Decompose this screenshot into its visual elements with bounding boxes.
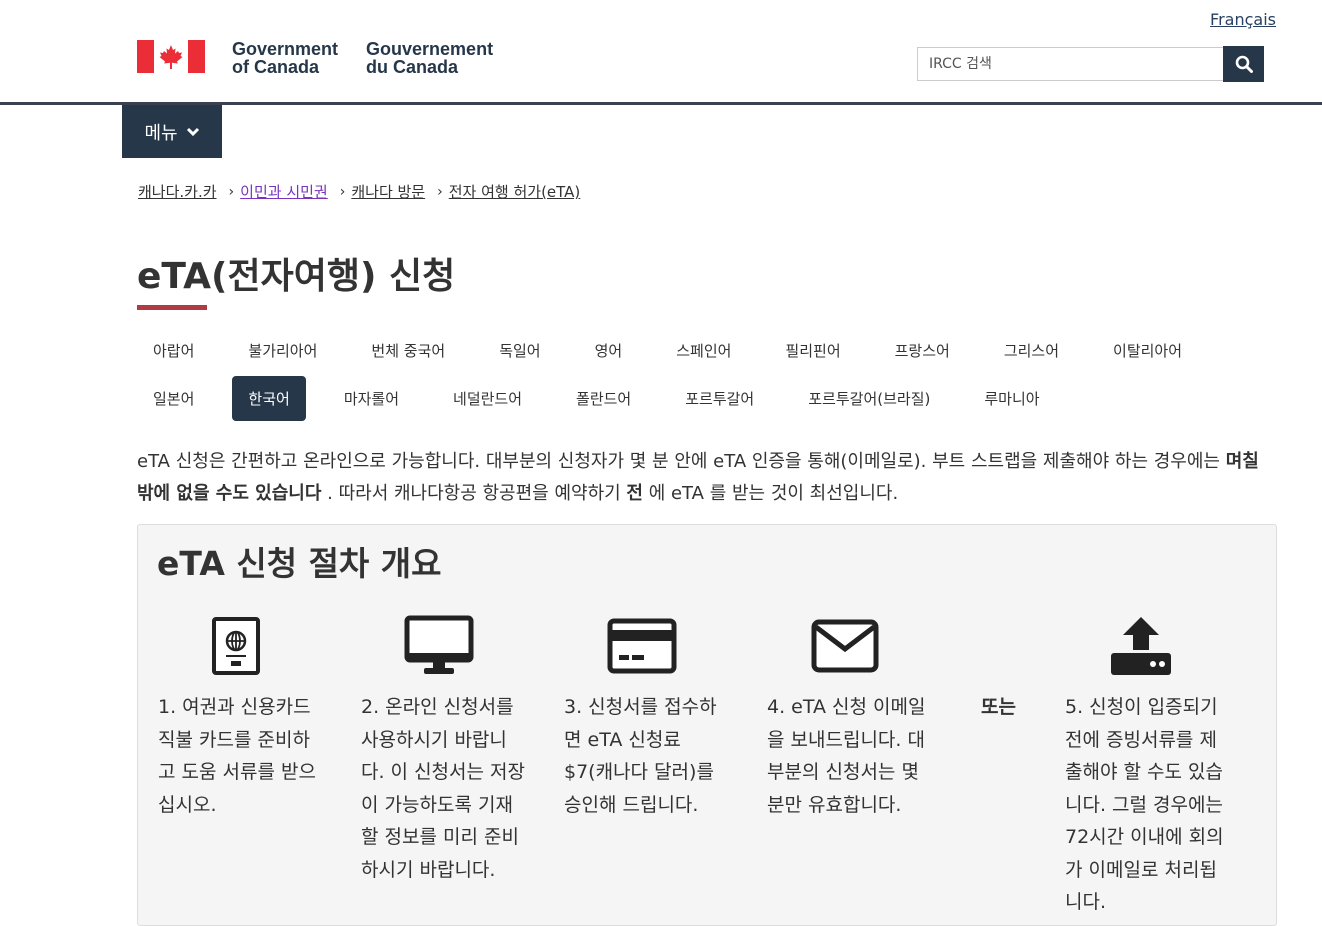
breadcrumb-visit-canada[interactable]: 캐나다 방문 — [351, 181, 425, 202]
passport-icon — [200, 615, 272, 677]
step-2-text: 2. 온라인 신청서를 사용하시기 바랍니다. 이 신청서는 저장이 가능하도록… — [361, 696, 525, 881]
chevron-right-icon: › — [437, 183, 443, 200]
language-tab-korean[interactable]: 한국어 — [232, 375, 306, 421]
or-label: 또는 — [981, 696, 1016, 718]
breadcrumb-immigration[interactable]: 이민과 시민권 — [240, 181, 328, 202]
intro-text-1: eTA 신청은 간편하고 온라인으로 가능합니다. 대부분의 신청자가 몇 분 … — [137, 451, 1226, 472]
step-5-text: 5. 신청이 입증되기 전에 증빙서류를 제출해야 할 수도 있습니다. 그럴 … — [1065, 696, 1224, 913]
canada-flag-icon — [137, 40, 205, 73]
step-1-text: 1. 여권과 신용카드 직불 카드를 준비하고 도움 서류를 받으십시오. — [158, 696, 316, 816]
chevron-right-icon: › — [228, 183, 235, 200]
brand-english: Government of Canada — [232, 40, 338, 76]
monitor-icon — [403, 615, 475, 677]
brand-fr-line1: Gouvernement — [366, 39, 494, 59]
language-tab-filipino[interactable]: 필리핀어 — [769, 328, 856, 373]
language-tab-magyar[interactable]: 마자롤어 — [328, 376, 415, 421]
step-4-text: 4. eTA 신청 이메일을 보내드립니다. 대부분의 신청서는 몇 분만 유효… — [767, 696, 926, 816]
menu-label: 메뉴 — [144, 122, 178, 143]
search-form — [917, 46, 1264, 82]
overview-title: eTA 신청 절차 개요 — [157, 544, 442, 583]
brand-en-line2: of Canada — [232, 57, 320, 77]
search-icon — [1235, 55, 1253, 73]
language-tab-dutch[interactable]: 네덜란드어 — [437, 376, 538, 421]
government-of-canada-logo[interactable]: Government of Canada Gouvernement du Can… — [137, 40, 493, 76]
search-button[interactable] — [1223, 46, 1264, 82]
brand-en-line1: Government — [232, 39, 339, 59]
envelope-icon — [809, 615, 881, 677]
language-tab-german[interactable]: 독일어 — [483, 328, 556, 373]
language-tab-portuguese-brazil[interactable]: 포르투갈어(브라질) — [792, 376, 946, 421]
title-underline — [137, 305, 207, 310]
credit-card-icon — [606, 615, 678, 677]
upload-icon — [1105, 615, 1177, 677]
language-tab-greek[interactable]: 그리스어 — [988, 328, 1075, 373]
step-3-text: 3. 신청서를 접수하면 eTA 신청료 $7(캐나다 달러)를 승인해 드립니… — [564, 696, 717, 816]
language-tab-polish[interactable]: 폴란드어 — [560, 376, 647, 421]
brand-fr-line2: du Canada — [366, 57, 459, 77]
language-tab-french[interactable]: 프랑스어 — [879, 328, 966, 373]
breadcrumb: 캐나다.카.카 › 이민과 시민권 › 캐나다 방문 › 전자 여행 허가(eT… — [138, 181, 580, 202]
language-tab-traditional-chinese[interactable]: 번체 중국어 — [355, 328, 461, 373]
intro-paragraph: eTA 신청은 간편하고 온라인으로 가능합니다. 대부분의 신청자가 몇 분 … — [137, 446, 1277, 510]
page-title: eTA(전자여행) 신청 — [137, 256, 456, 297]
language-tab-bulgarian[interactable]: 불가리아어 — [232, 328, 333, 373]
language-tab-arabic[interactable]: 아랍어 — [137, 328, 210, 373]
language-tab-portuguese[interactable]: 포르투갈어 — [669, 376, 770, 421]
search-input[interactable] — [917, 47, 1223, 81]
language-tab-english[interactable]: 영어 — [579, 328, 639, 373]
language-tab-italian[interactable]: 이탈리아어 — [1097, 328, 1198, 373]
language-tab-japanese[interactable]: 일본어 — [137, 376, 210, 421]
language-tab-romanian[interactable]: 루마니아 — [968, 376, 1055, 421]
chevron-right-icon: › — [339, 183, 346, 200]
intro-emphasis-2: 전 — [626, 483, 643, 504]
breadcrumb-eta[interactable]: 전자 여행 허가(eTA) — [449, 181, 581, 202]
eta-process-overview: eTA 신청 절차 개요 1. 여권과 신용카드 직불 카드를 준비하고 도움 … — [137, 524, 1277, 926]
french-language-link[interactable]: Français — [1210, 10, 1276, 29]
intro-text-2: . 따라서 캐나다항공 항공편을 예약하기 — [321, 483, 627, 504]
chevron-down-icon — [186, 127, 199, 136]
language-selector: 아랍어 불가리아어 번체 중국어 독일어 영어 스페인어 필리핀어 프랑스어 그… — [137, 326, 1187, 422]
intro-text-3: 에 eTA 를 받는 것이 최선입니다. — [642, 483, 899, 504]
language-tab-spanish[interactable]: 스페인어 — [660, 328, 747, 373]
breadcrumb-canada-ca[interactable]: 캐나다.카.카 — [138, 181, 217, 202]
brand-french: Gouvernement du Canada — [366, 40, 493, 76]
menu-button[interactable]: 메뉴 — [122, 105, 222, 158]
